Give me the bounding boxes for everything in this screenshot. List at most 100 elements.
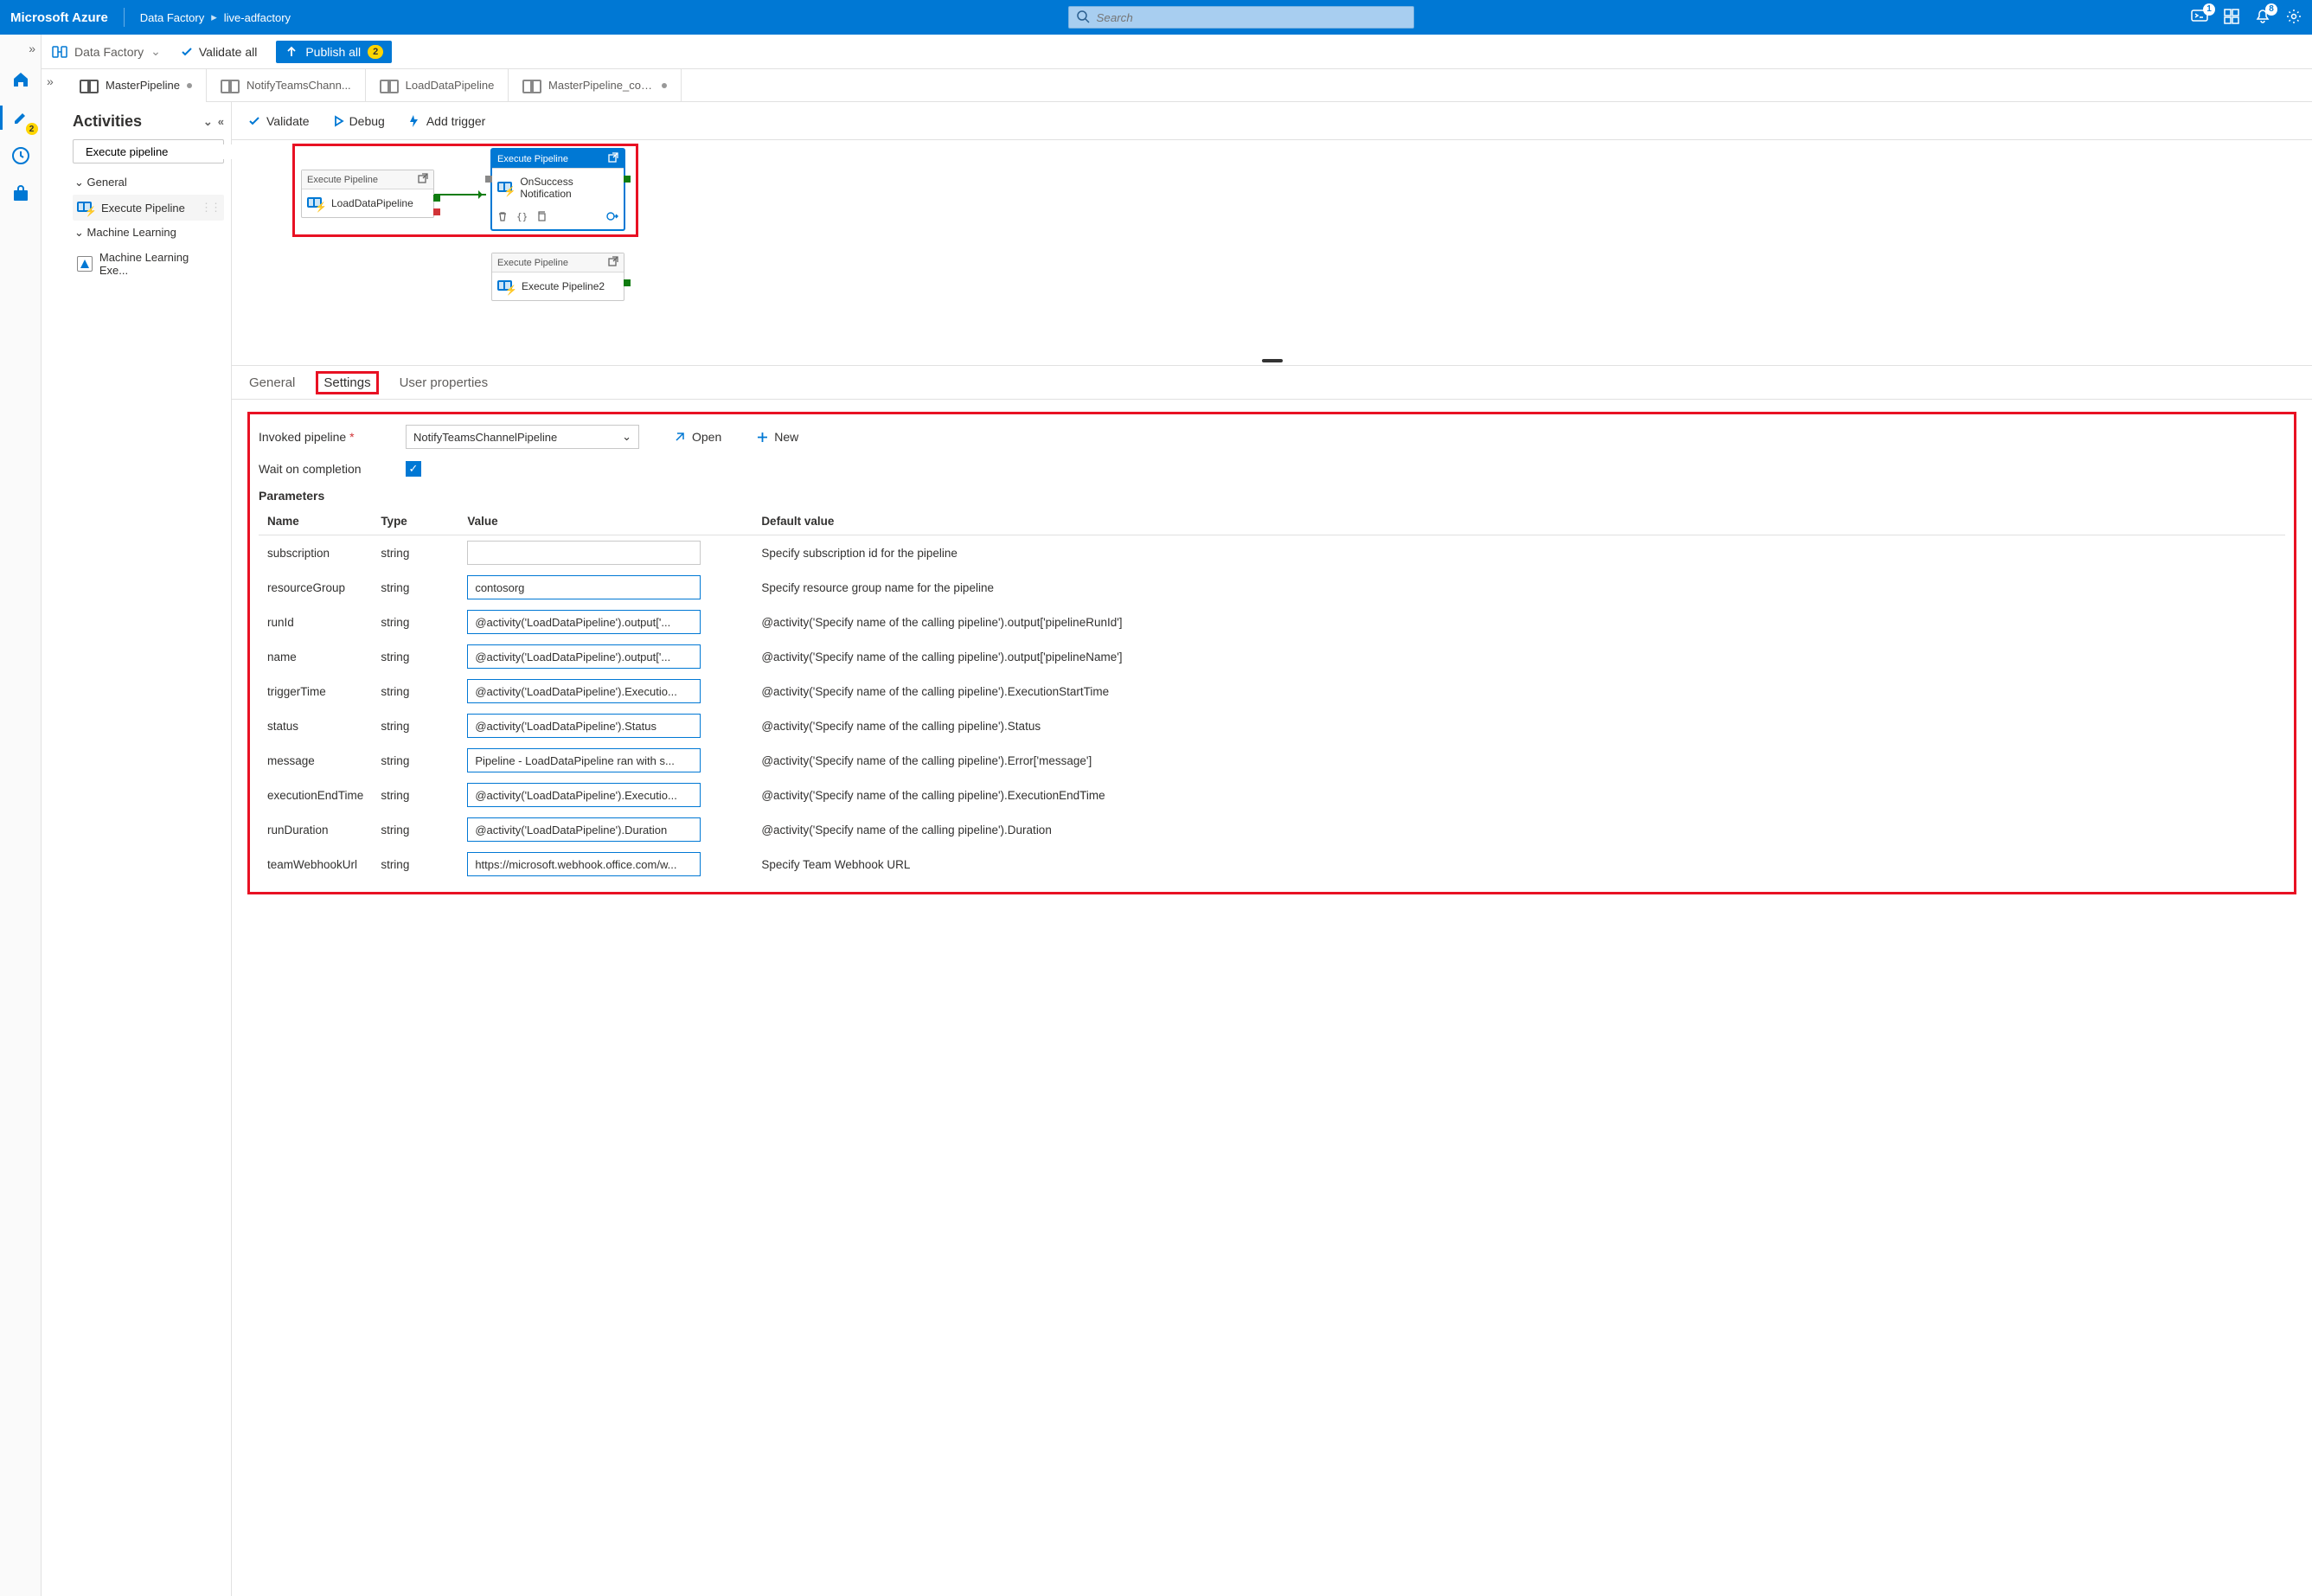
param-row: teamWebhookUrlstringhttps://microsoft.we… (259, 847, 2285, 881)
activities-title: Activities ⌄ « (73, 112, 224, 131)
col-name: Name (259, 508, 372, 535)
cloud-shell-icon[interactable]: 1 (2191, 9, 2208, 27)
debug-button[interactable]: Debug (332, 114, 385, 128)
breadcrumb-item[interactable]: Data Factory (140, 11, 204, 24)
tab-notifyteams[interactable]: NotifyTeamsChann... (207, 69, 366, 101)
tab-masterpipeline[interactable]: MasterPipeline (66, 69, 207, 101)
param-name: name (259, 639, 372, 674)
chevron-down-icon: ⌄ (151, 44, 161, 59)
breadcrumb-item[interactable]: live-adfactory (224, 11, 291, 24)
ml-icon (77, 256, 93, 272)
node-execute-pipeline2[interactable]: Execute Pipeline ⚡ Execute Pipeline2 (491, 253, 624, 301)
param-value-input[interactable]: contosorg (467, 575, 701, 599)
scope-selector[interactable]: Data Factory ⌄ (52, 44, 161, 59)
validate-all-button[interactable]: Validate all (180, 45, 257, 59)
header-divider (124, 8, 125, 27)
pipeline-icon (522, 80, 541, 92)
input-port[interactable] (485, 176, 492, 183)
tab-masterpipeline-copy[interactable]: MasterPipeline_cop... (509, 69, 682, 101)
open-pipeline-link[interactable]: Open (674, 430, 721, 444)
failure-port[interactable] (433, 208, 440, 215)
param-value-input[interactable]: https://microsoft.webhook.office.com/w..… (467, 852, 701, 876)
invoked-pipeline-select[interactable]: NotifyTeamsChannelPipeline ⌄ (406, 425, 639, 449)
node-loaddatapipeline[interactable]: Execute Pipeline ⚡ LoadDataPipeline (301, 170, 434, 218)
nav-manage[interactable] (7, 180, 35, 208)
tab-label: NotifyTeamsChann... (247, 79, 351, 92)
activity-label: Execute Pipeline (101, 202, 185, 215)
chevron-down-icon: ⌄ (622, 430, 631, 444)
tab-loaddata[interactable]: LoadDataPipeline (366, 69, 509, 101)
publish-all-button[interactable]: Publish all 2 (276, 41, 392, 63)
label: Add trigger (426, 114, 485, 128)
open-external-icon[interactable] (418, 173, 428, 186)
param-type: string (372, 570, 458, 605)
global-search[interactable] (1068, 6, 1414, 29)
success-port[interactable] (624, 176, 631, 183)
expand-tree-icon[interactable]: » (47, 74, 54, 88)
nav-monitor[interactable] (7, 142, 35, 170)
param-name: teamWebhookUrl (259, 847, 372, 881)
group-label: General (87, 176, 127, 189)
directories-icon[interactable] (2224, 9, 2239, 27)
wait-on-completion-checkbox[interactable]: ✓ (406, 461, 421, 477)
activities-panel: Activities ⌄ « ⌄ General ⚡ Execute Pipel… (66, 102, 232, 1596)
search-input[interactable] (1095, 10, 1406, 25)
param-row: runDurationstring@activity('LoadDataPipe… (259, 812, 2285, 847)
success-port[interactable] (624, 279, 631, 286)
param-name: runDuration (259, 812, 372, 847)
execute-pipeline-icon: ⚡ (497, 279, 515, 293)
connector-success (434, 194, 486, 195)
panel-resize-handle[interactable] (232, 356, 2312, 365)
brand[interactable]: Microsoft Azure (10, 10, 108, 25)
open-external-icon[interactable] (608, 152, 618, 165)
code-icon[interactable]: {} (516, 211, 528, 224)
param-row: messagestringPipeline - LoadDataPipeline… (259, 743, 2285, 778)
expand-all-icon[interactable]: ⌄ (203, 115, 213, 129)
expand-rail-icon[interactable]: » (29, 42, 35, 55)
activity-execute-pipeline[interactable]: ⚡ Execute Pipeline ⋮⋮ (73, 195, 224, 221)
param-value-input[interactable]: @activity('LoadDataPipeline').Executio..… (467, 783, 701, 807)
success-port[interactable] (433, 195, 440, 202)
param-default: @activity('Specify name of the calling p… (753, 812, 2285, 847)
collapse-panel-icon[interactable]: « (218, 115, 224, 129)
settings-icon[interactable] (2286, 9, 2302, 27)
label: Debug (349, 114, 385, 128)
add-trigger-button[interactable]: Add trigger (407, 114, 485, 128)
notifications-icon[interactable]: 8 (2255, 9, 2270, 27)
activities-search-input[interactable] (84, 144, 240, 159)
tab-general[interactable]: General (247, 372, 297, 394)
pipeline-canvas[interactable]: Execute Pipeline ⚡ LoadDataPipeline Exec… (232, 140, 2312, 356)
parameters-table: Name Type Value Default value subscripti… (259, 508, 2285, 881)
activities-search[interactable] (73, 139, 224, 163)
param-value-input[interactable]: @activity('LoadDataPipeline').Status (467, 714, 701, 738)
param-value-input[interactable]: @activity('LoadDataPipeline').Duration (467, 817, 701, 842)
tab-settings[interactable]: Settings (316, 371, 378, 394)
param-value-input[interactable]: @activity('LoadDataPipeline').output['..… (467, 644, 701, 669)
param-value-input[interactable] (467, 541, 701, 565)
run-icon[interactable] (606, 211, 618, 224)
group-machine-learning[interactable]: ⌄ Machine Learning (73, 221, 224, 245)
nav-home[interactable] (7, 66, 35, 93)
validate-button[interactable]: Validate (247, 114, 310, 128)
param-type: string (372, 605, 458, 639)
open-external-icon[interactable] (608, 256, 618, 269)
group-label: Machine Learning (87, 226, 176, 239)
search-icon (1076, 10, 1090, 26)
delete-icon[interactable] (497, 211, 508, 224)
copy-icon[interactable] (536, 211, 547, 224)
nav-author[interactable]: 2 (7, 104, 35, 131)
param-name: message (259, 743, 372, 778)
param-default: @activity('Specify name of the calling p… (753, 743, 2285, 778)
param-default: Specify Team Webhook URL (753, 847, 2285, 881)
new-pipeline-link[interactable]: New (756, 430, 798, 444)
param-name: executionEndTime (259, 778, 372, 812)
tab-user-properties[interactable]: User properties (398, 372, 490, 394)
activity-ml-execute[interactable]: Machine Learning Exe... (73, 245, 224, 283)
badge: 2 (26, 123, 38, 135)
group-general[interactable]: ⌄ General (73, 170, 224, 195)
node-onsuccess-notification[interactable]: Execute Pipeline ⚡ OnSuccess Notificatio… (491, 149, 624, 230)
param-value-input[interactable]: Pipeline - LoadDataPipeline ran with s..… (467, 748, 701, 772)
param-value-input[interactable]: @activity('LoadDataPipeline').output['..… (467, 610, 701, 634)
label: New (774, 430, 798, 444)
param-value-input[interactable]: @activity('LoadDataPipeline').Executio..… (467, 679, 701, 703)
